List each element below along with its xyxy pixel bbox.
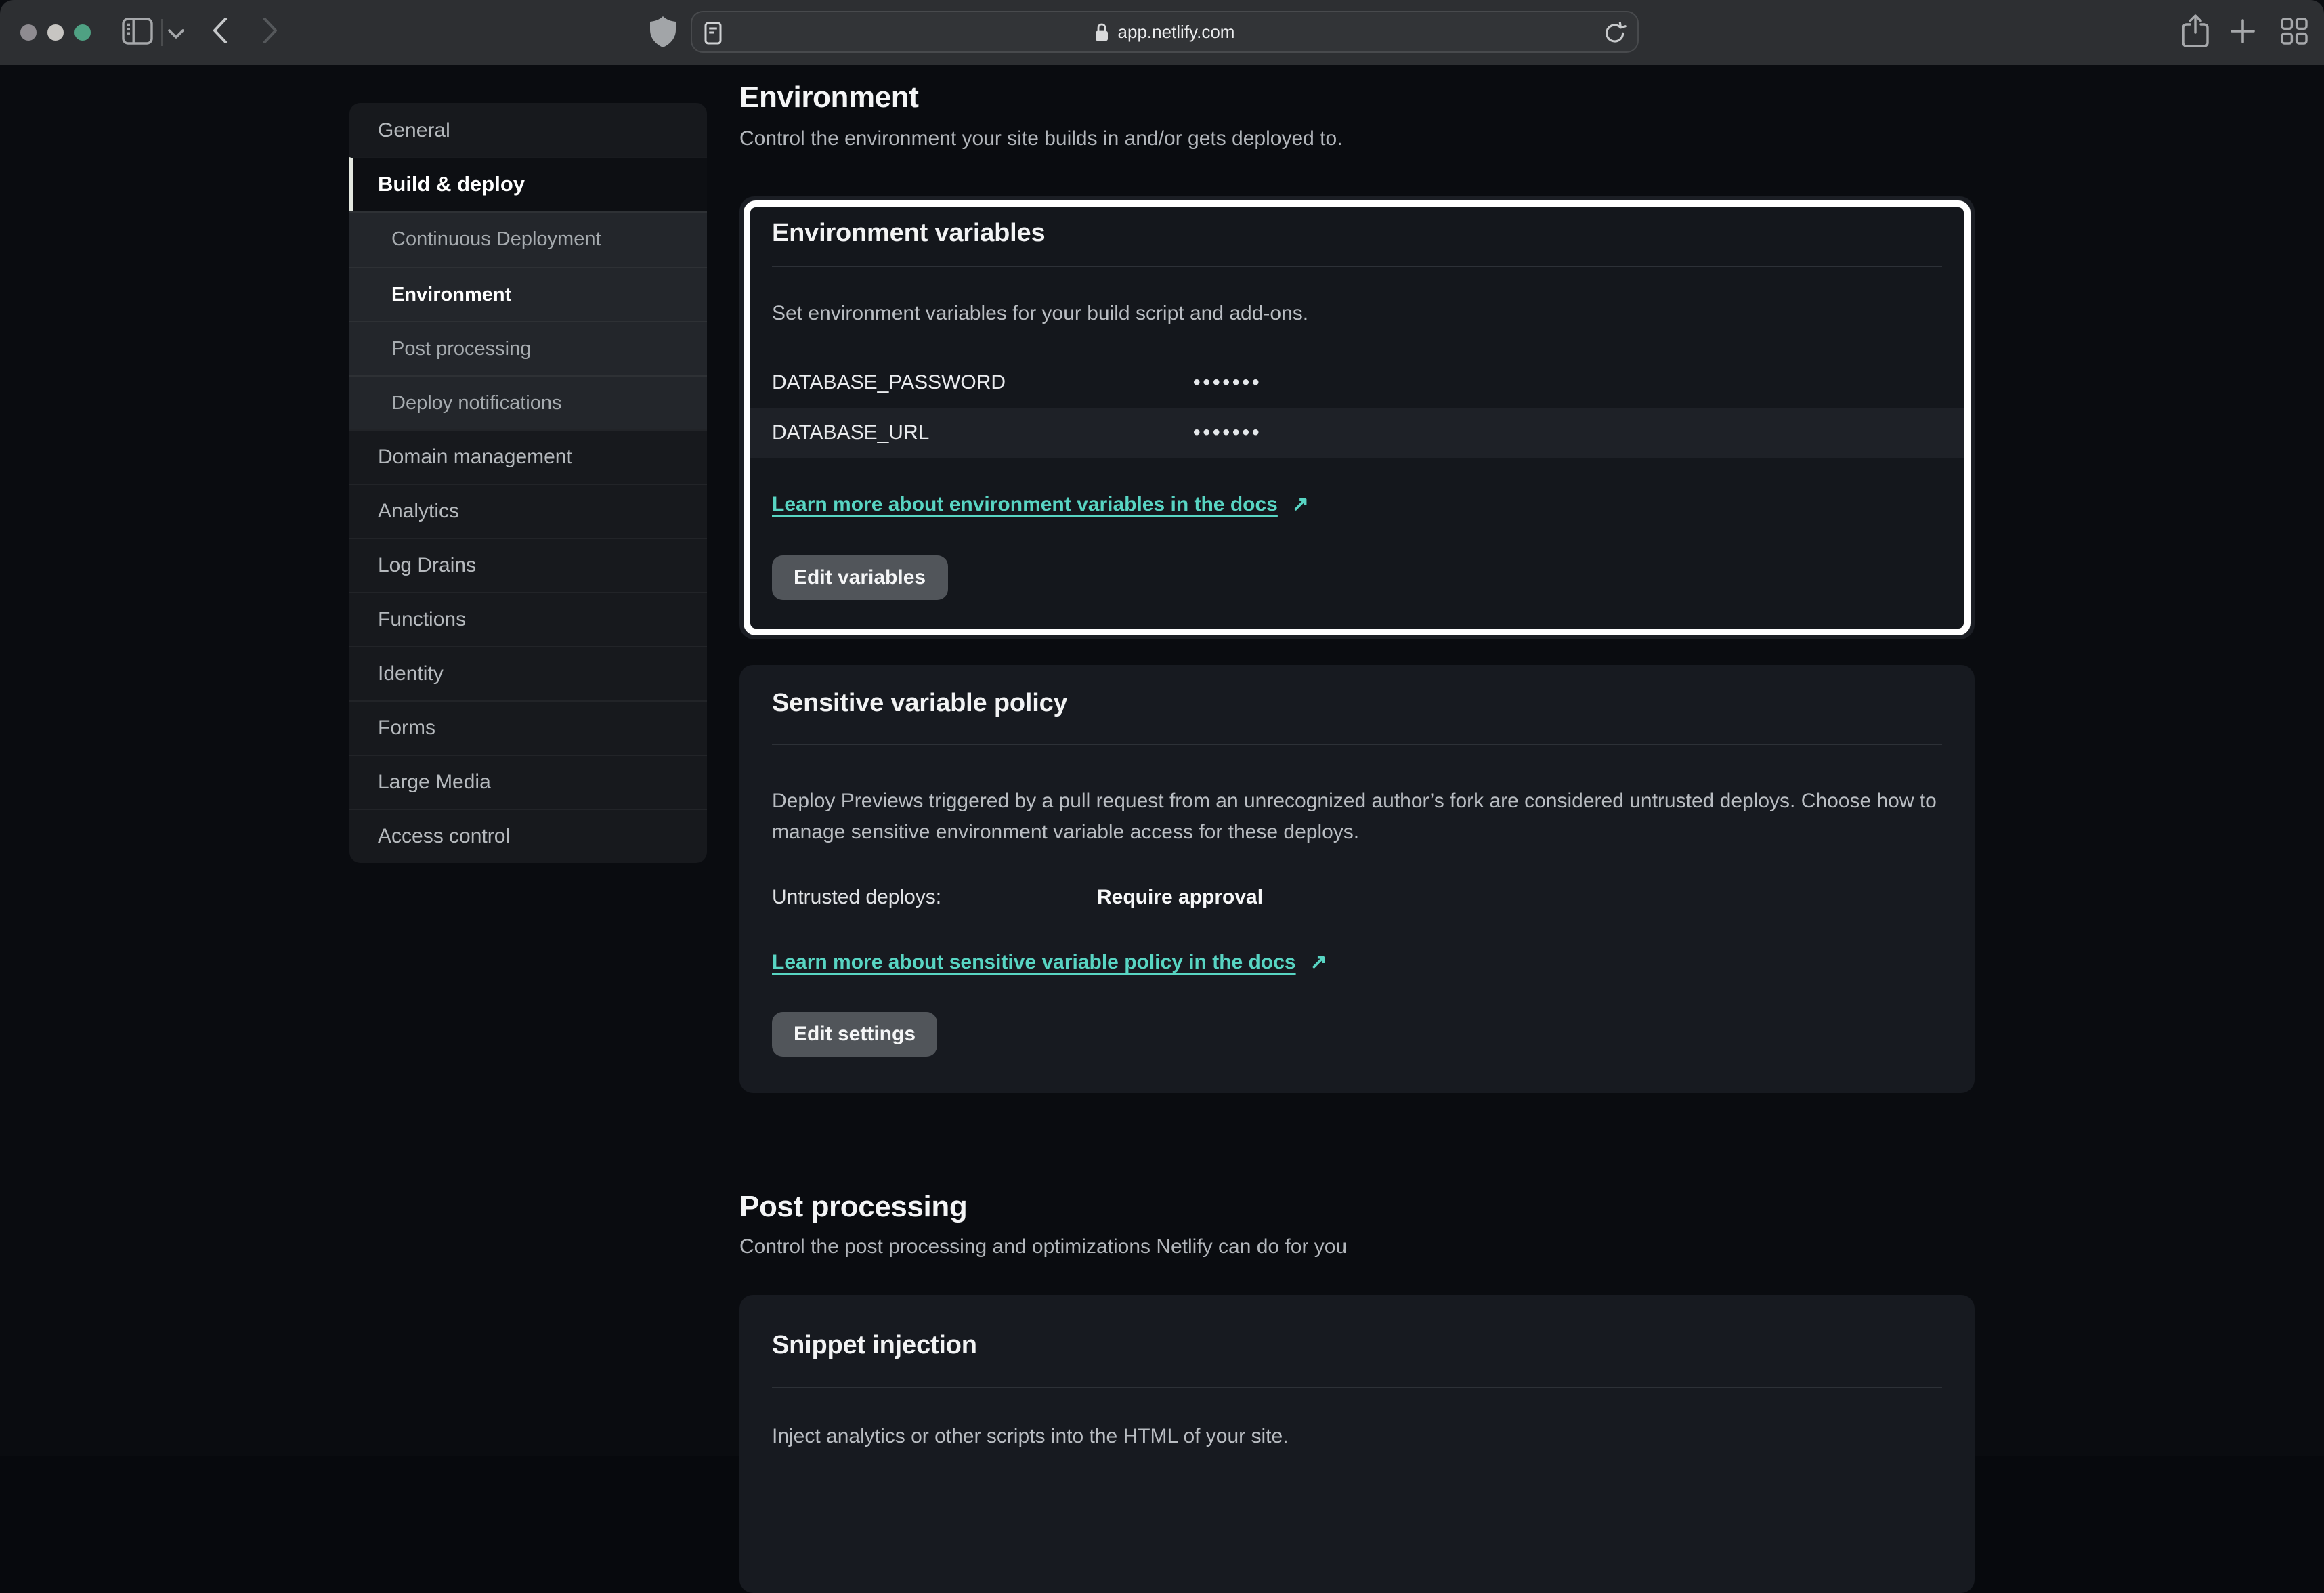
page-description: Control the environment your site builds… bbox=[739, 126, 1343, 153]
minimize-window-button[interactable] bbox=[47, 24, 64, 41]
tab-overview-button[interactable] bbox=[2279, 18, 2309, 47]
env-var-row: DATABASE_PASSWORD ••••••• bbox=[750, 358, 1964, 408]
external-link-arrow-icon: ↗ bbox=[1310, 950, 1327, 974]
policy-value: Require approval bbox=[1097, 886, 1263, 909]
env-var-row: DATABASE_URL ••••••• bbox=[750, 408, 1964, 458]
sensitive-variable-policy-card: Sensitive variable policy Deploy Preview… bbox=[739, 665, 1975, 1093]
env-var-name: DATABASE_URL bbox=[772, 421, 1193, 444]
card-divider bbox=[772, 266, 1942, 267]
browser-toolbar: app.netlify.com bbox=[0, 0, 2324, 65]
shield-icon bbox=[648, 16, 676, 52]
chevron-left-icon bbox=[212, 18, 227, 47]
privacy-report-button[interactable] bbox=[646, 18, 679, 50]
sidebar-item-domain-management[interactable]: Domain management bbox=[349, 429, 707, 484]
settings-sidebar: General Build & deploy Continuous Deploy… bbox=[349, 103, 707, 863]
forward-button[interactable] bbox=[260, 18, 279, 47]
reload-icon bbox=[1603, 28, 1626, 48]
sidebar-item-functions[interactable]: Functions bbox=[349, 592, 707, 646]
card-description: Deploy Previews triggered by a pull requ… bbox=[772, 786, 1942, 848]
post-processing-description: Control the post processing and optimiza… bbox=[739, 1234, 1347, 1261]
sidebar-item-analytics[interactable]: Analytics bbox=[349, 484, 707, 538]
env-vars-docs-link[interactable]: Learn more about environment variables i… bbox=[772, 492, 1942, 517]
sidebar-panel-icon bbox=[122, 16, 154, 49]
sidebar-item-identity[interactable]: Identity bbox=[349, 646, 707, 700]
sidebar-subsection-build-deploy: Continuous Deployment Environment Post p… bbox=[349, 211, 707, 429]
toolbar-separator bbox=[161, 19, 163, 46]
sidebar-subitem-deploy-notifications[interactable]: Deploy notifications bbox=[349, 375, 707, 429]
url-text: app.netlify.com bbox=[1118, 22, 1235, 42]
chevron-down-icon bbox=[168, 22, 184, 43]
chevron-right-icon bbox=[262, 18, 277, 47]
plus-icon bbox=[2231, 18, 2255, 47]
post-processing-title: Post processing bbox=[739, 1189, 967, 1225]
sidebar-subitem-continuous-deployment[interactable]: Continuous Deployment bbox=[349, 213, 707, 267]
sidebar-item-large-media[interactable]: Large Media bbox=[349, 755, 707, 809]
card-title: Environment variables bbox=[772, 218, 1942, 249]
grid-icon bbox=[2281, 17, 2308, 48]
edit-variables-button[interactable]: Edit variables bbox=[772, 555, 947, 600]
sidebar-item-log-drains[interactable]: Log Drains bbox=[349, 538, 707, 592]
link-label: Learn more about environment variables i… bbox=[772, 493, 1278, 516]
sidebar-subitem-post-processing[interactable]: Post processing bbox=[349, 321, 707, 375]
sidebar-toggle-button[interactable] bbox=[122, 18, 154, 47]
snippet-injection-card: Snippet injection Inject analytics or ot… bbox=[739, 1295, 1975, 1593]
sidebar-subitem-environment[interactable]: Environment bbox=[349, 267, 707, 321]
external-link-arrow-icon: ↗ bbox=[1292, 492, 1309, 516]
link-label: Learn more about sensitive variable poli… bbox=[772, 951, 1296, 974]
reload-button[interactable] bbox=[1602, 21, 1627, 45]
card-description: Inject analytics or other scripts into t… bbox=[772, 1424, 1942, 1451]
env-var-name: DATABASE_PASSWORD bbox=[772, 371, 1193, 394]
new-tab-button[interactable] bbox=[2229, 19, 2256, 46]
env-var-masked-value: ••••••• bbox=[1193, 421, 1262, 444]
edit-settings-button[interactable]: Edit settings bbox=[772, 1012, 937, 1057]
share-icon bbox=[2180, 13, 2210, 52]
page-title: Environment bbox=[739, 80, 919, 115]
address-bar[interactable]: app.netlify.com bbox=[691, 11, 1639, 53]
zoom-window-button[interactable] bbox=[74, 24, 91, 41]
card-description: Set environment variables for your build… bbox=[772, 301, 1942, 328]
sidebar-item-access-control[interactable]: Access control bbox=[349, 809, 707, 863]
card-divider bbox=[772, 744, 1942, 745]
policy-label: Untrusted deploys: bbox=[772, 886, 1097, 909]
card-title: Snippet injection bbox=[772, 1330, 1942, 1361]
sidebar-item-build-deploy[interactable]: Build & deploy bbox=[349, 157, 707, 211]
sidebar-item-general[interactable]: General bbox=[349, 103, 707, 157]
environment-variables-card: Environment variables Set environment va… bbox=[739, 196, 1975, 639]
safari-window: app.netlify.com bbox=[0, 0, 2324, 1456]
sidebar-menu-button[interactable] bbox=[167, 26, 186, 39]
sensitive-policy-docs-link[interactable]: Learn more about sensitive variable poli… bbox=[772, 950, 1942, 975]
environment-variables-card-inner: Environment variables Set environment va… bbox=[744, 200, 1971, 635]
env-var-list: DATABASE_PASSWORD ••••••• DATABASE_URL •… bbox=[750, 358, 1964, 458]
sidebar-item-forms[interactable]: Forms bbox=[349, 700, 707, 755]
env-var-masked-value: ••••••• bbox=[1193, 371, 1262, 394]
share-button[interactable] bbox=[2178, 14, 2213, 51]
untrusted-deploys-row: Untrusted deploys: Require approval bbox=[772, 886, 1942, 909]
close-window-button[interactable] bbox=[20, 24, 37, 41]
back-button[interactable] bbox=[210, 18, 229, 47]
card-divider bbox=[772, 1387, 1942, 1388]
lock-icon bbox=[1095, 22, 1110, 41]
card-title: Sensitive variable policy bbox=[772, 688, 1942, 719]
